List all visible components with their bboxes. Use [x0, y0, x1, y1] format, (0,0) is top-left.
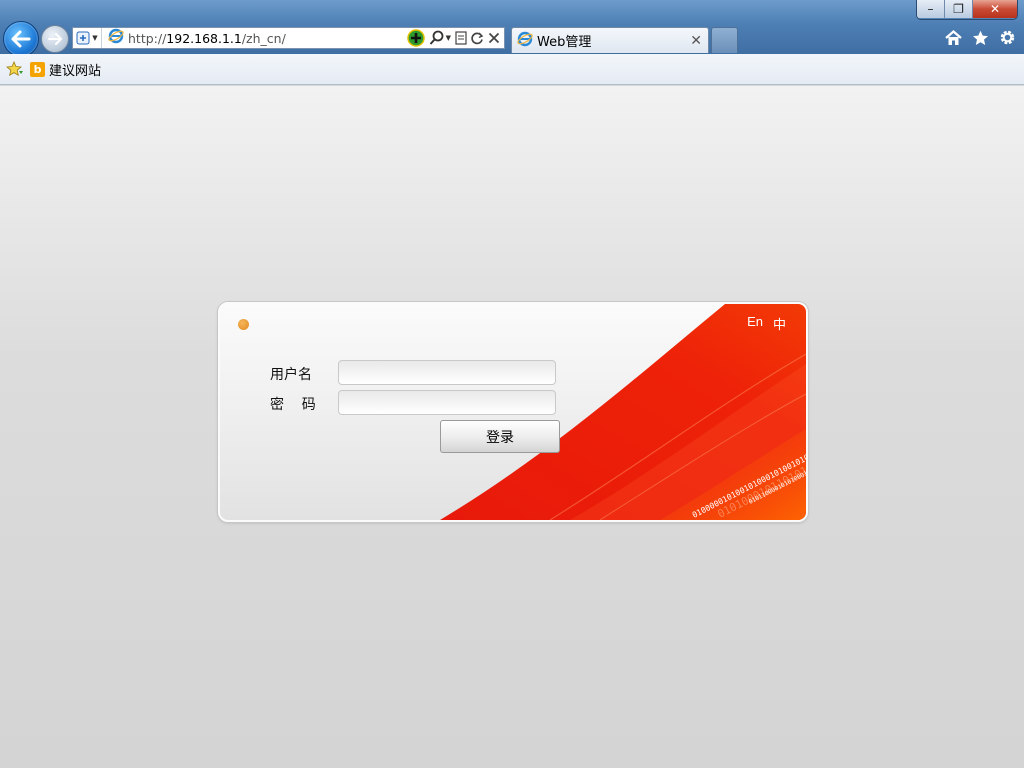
- chevron-down-icon: ▼: [92, 34, 98, 42]
- language-chinese-link[interactable]: 中: [773, 314, 786, 333]
- url-host: 192.168.1.1: [166, 30, 242, 46]
- home-icon[interactable]: [945, 29, 962, 50]
- stop-icon[interactable]: [488, 32, 500, 44]
- favorites-item-label: 建议网站: [49, 63, 102, 79]
- favorites-bar: b 建议网站: [0, 54, 1024, 85]
- close-tab-icon[interactable]: ✕: [690, 33, 708, 49]
- window-controls: – ❐ ✕: [916, 0, 1018, 20]
- bing-icon: b: [30, 61, 45, 77]
- new-tab-button[interactable]: [711, 27, 738, 53]
- status-dot: [238, 319, 249, 330]
- addon-plus-icon[interactable]: [406, 29, 425, 47]
- address-bar[interactable]: ▼ http://192.168.1.1/zh_cn/ ▼: [72, 27, 505, 49]
- tab-label: Web管理: [537, 35, 592, 50]
- gear-icon[interactable]: [999, 29, 1016, 50]
- username-input[interactable]: [338, 360, 556, 385]
- restore-button[interactable]: ❐: [944, 0, 972, 18]
- search-icon[interactable]: ▼: [429, 30, 451, 46]
- favorites-item-suggested-sites[interactable]: b 建议网站: [30, 60, 101, 79]
- browser-titlebar: – ❐ ✕ ▼ http://192.168.1.1/zh_cn/ ▼ Web管…: [0, 0, 1024, 57]
- back-button[interactable]: [3, 21, 39, 57]
- plus-box-icon: [76, 31, 90, 45]
- favorites-star-icon[interactable]: [972, 30, 989, 50]
- minimize-button[interactable]: –: [917, 0, 944, 18]
- compatibility-icon[interactable]: [455, 31, 467, 45]
- arrow-right-icon: [48, 33, 62, 45]
- refresh-icon[interactable]: [471, 31, 484, 45]
- language-switcher: En 中: [747, 314, 786, 333]
- ie-logo-icon: [108, 28, 124, 48]
- arrow-left-icon: [11, 30, 31, 48]
- username-label: 用户名: [270, 367, 312, 383]
- password-input[interactable]: [338, 390, 556, 415]
- login-button[interactable]: 登录: [440, 420, 560, 453]
- page-content: 0100000101001010001010010100101010010100…: [0, 86, 1024, 768]
- login-panel: 0100000101001010001010010100101010010100…: [218, 302, 808, 522]
- url-path: /zh_cn/: [241, 30, 286, 46]
- add-favorites-icon[interactable]: [6, 61, 24, 77]
- tab-web-management[interactable]: Web管理 ✕: [511, 27, 709, 53]
- close-window-button[interactable]: ✕: [972, 0, 1017, 18]
- language-english-link[interactable]: En: [747, 314, 763, 333]
- url-text[interactable]: http://192.168.1.1/zh_cn/: [128, 31, 407, 46]
- compat-view-button[interactable]: ▼: [73, 28, 102, 48]
- ie-logo-icon: [517, 31, 533, 51]
- url-prefix: http://: [128, 30, 167, 46]
- password-label: 密 码: [270, 397, 316, 413]
- forward-button[interactable]: [41, 25, 69, 53]
